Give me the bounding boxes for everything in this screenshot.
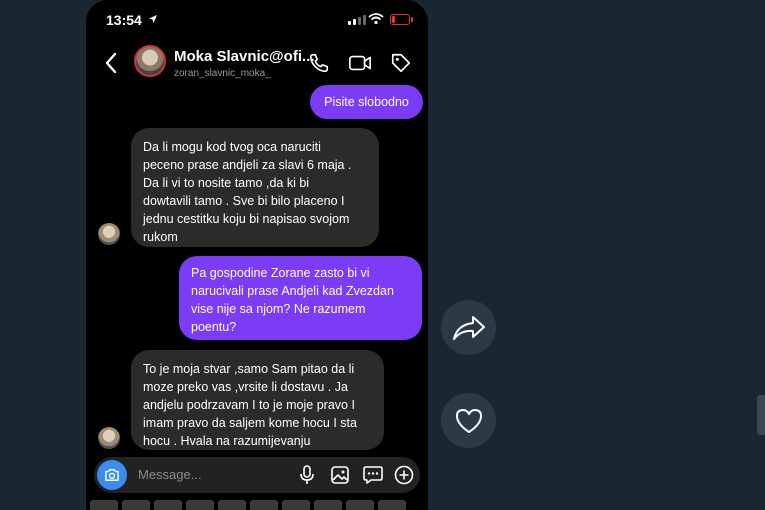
message-line: Pa gospodine Zorane zasto bi vi xyxy=(191,266,370,280)
back-icon[interactable] xyxy=(104,52,118,74)
share-icon xyxy=(452,315,485,340)
sender-avatar[interactable] xyxy=(98,223,120,245)
message-line: andjelu podrzavam I to je moje pravo I xyxy=(143,398,355,412)
tag-icon[interactable] xyxy=(390,52,412,74)
message-composer: Message... xyxy=(94,457,420,493)
status-time: 13:54 xyxy=(106,12,142,28)
mic-icon[interactable] xyxy=(299,465,315,485)
message-line: vise nije sa njom? Ne razumem xyxy=(191,302,366,316)
contact-avatar[interactable] xyxy=(134,45,166,77)
message-bubble-incoming[interactable]: Da li mogu kod tvog oca naruciti peceno … xyxy=(131,128,379,247)
camera-button[interactable] xyxy=(97,460,127,490)
message-line: hocu . Hvala na razumijevanju xyxy=(143,434,311,448)
background-edge-tab xyxy=(757,395,765,435)
contact-handle: zoran_slavnic_moka_ xyxy=(174,68,271,79)
like-button[interactable] xyxy=(441,393,496,448)
gallery-icon[interactable] xyxy=(330,465,350,485)
keyboard-top-row xyxy=(86,500,428,510)
message-line: poentu? xyxy=(191,320,237,334)
camera-icon xyxy=(105,469,119,481)
message-line: peceno prase andjeli za slavi 6 maja . xyxy=(143,158,352,172)
location-arrow-icon xyxy=(149,15,157,23)
message-line: Pisite slobodno xyxy=(324,95,409,109)
message-line: narucivali prase Andjeli kad Zvezdan xyxy=(191,284,394,298)
chat-header: Moka Slavnic@ofi... zoran_slavnic_moka_ xyxy=(86,40,428,88)
message-line: Da li vi to nosite tamo ,da ki bi xyxy=(143,176,310,190)
message-line: rukom xyxy=(143,230,178,244)
message-line: dowtavili tamo . Sve bi bilo placeno I xyxy=(143,194,345,208)
status-bar: 13:54 xyxy=(86,0,428,40)
heart-icon xyxy=(455,408,482,433)
plus-icon[interactable] xyxy=(394,465,414,485)
message-line: imam pravo da saljem kome hocu I sta xyxy=(143,416,357,430)
share-button[interactable] xyxy=(441,300,496,355)
phone-screenshot: 13:54 Moka Slavnic@ofi... zoran_slavnic_… xyxy=(86,0,428,510)
message-bubble-incoming[interactable]: To je moja stvar ,samo Sam pitao da li m… xyxy=(131,350,384,450)
signal-icon xyxy=(348,14,366,25)
wifi-icon xyxy=(368,13,384,25)
video-icon[interactable] xyxy=(348,52,372,74)
message-line: jednu cestitku koju bi napisao svojom xyxy=(143,212,350,226)
message-line: To je moja stvar ,samo Sam pitao da li xyxy=(143,362,355,376)
message-input[interactable]: Message... xyxy=(138,467,202,482)
sticker-icon[interactable] xyxy=(362,465,384,485)
message-bubble-outgoing[interactable]: Pisite slobodno xyxy=(310,85,423,119)
message-line: moze preko vas ,vrsite li dostavu . Ja xyxy=(143,380,348,394)
battery-icon xyxy=(390,14,413,25)
contact-name[interactable]: Moka Slavnic@ofi... xyxy=(174,48,315,65)
message-bubble-outgoing[interactable]: Pa gospodine Zorane zasto bi vi naruciva… xyxy=(179,256,422,340)
message-line: Da li mogu kod tvog oca naruciti xyxy=(143,140,321,154)
phone-icon[interactable] xyxy=(308,52,330,74)
sender-avatar[interactable] xyxy=(98,427,120,449)
